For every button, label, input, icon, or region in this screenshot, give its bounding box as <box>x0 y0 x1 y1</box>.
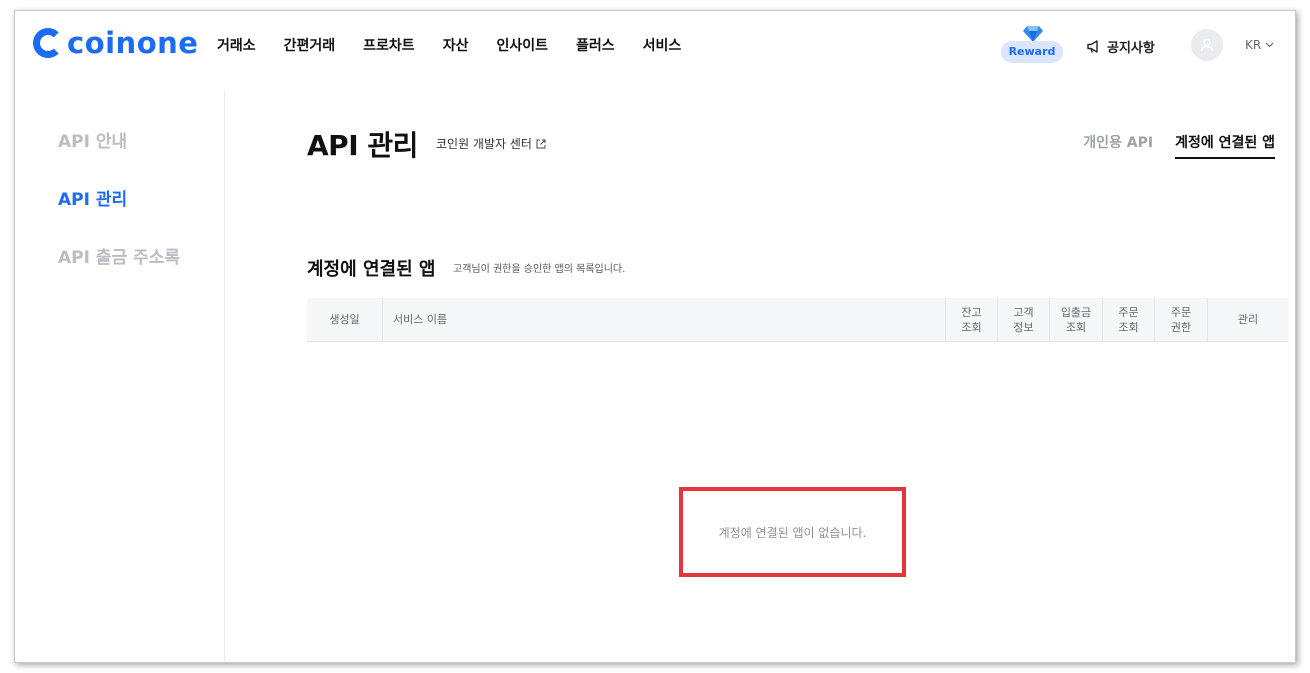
nav-item-simple-trade[interactable]: 간편거래 <box>284 35 336 55</box>
developer-center-label: 코인원 개발자 센터 <box>436 137 532 151</box>
column-header-balance-view: 잔고 조회 <box>945 298 997 341</box>
developer-center-link[interactable]: 코인원 개발자 센터 <box>436 135 546 152</box>
external-link-icon <box>536 139 546 148</box>
column-header-deposit-withdrawal-view: 입출금 조회 <box>1049 298 1102 341</box>
tab-connected-apps[interactable]: 계정에 연결된 앱 <box>1175 132 1275 159</box>
page-title: API 관리 <box>307 129 418 162</box>
language-label: KR <box>1245 38 1262 52</box>
column-header-order-permission: 주문 권한 <box>1154 298 1207 341</box>
section-title: 계정에 연결된 앱 <box>307 259 436 280</box>
nav-item-assets[interactable]: 자산 <box>443 35 469 55</box>
nav-item-service[interactable]: 서비스 <box>643 35 682 55</box>
logo-mark-icon <box>33 28 63 58</box>
diamond-icon <box>1023 26 1043 42</box>
notice-label: 공지사항 <box>1107 41 1155 56</box>
column-header-customer-info: 고객 정보 <box>997 298 1049 341</box>
notice-button[interactable]: 공지사항 <box>1086 37 1155 56</box>
sidebar-item-api-guide[interactable]: API 안내 <box>58 127 127 152</box>
sidebar-item-api-management[interactable]: API 관리 <box>58 185 127 210</box>
nav-item-exchange[interactable]: 거래소 <box>217 35 256 55</box>
column-header-manage: 관리 <box>1207 298 1288 341</box>
language-selector[interactable]: KR <box>1245 38 1274 52</box>
section-description: 고객님이 권한을 승인한 앱의 목록입니다. <box>453 264 626 275</box>
column-header-order-view: 주문 조회 <box>1102 298 1154 341</box>
reward-button[interactable]: Reward <box>1001 25 1063 63</box>
api-tabs: 개인용 API 계정에 연결된 앱 <box>1061 132 1275 159</box>
user-icon <box>1200 38 1214 52</box>
user-avatar[interactable] <box>1191 29 1223 61</box>
chevron-down-icon <box>1265 42 1274 48</box>
megaphone-icon <box>1087 39 1098 53</box>
sidebar-item-api-withdrawal-addresses[interactable]: API 출금 주소록 <box>58 243 180 268</box>
column-header-service-name: 서비스 이름 <box>382 298 945 341</box>
tab-personal-api[interactable]: 개인용 API <box>1083 132 1153 159</box>
nav-item-insight[interactable]: 인사이트 <box>496 35 548 55</box>
connected-apps-table-header: 생성일 서비스 이름 잔고 조회 고객 정보 입출금 조회 주문 조회 주문 권… <box>307 298 1288 342</box>
top-header: coinone 거래소 간편거래 프로차트 자산 인사이트 플러스 서비스 Re… <box>15 11 1295 79</box>
coinone-logo[interactable]: coinone <box>33 28 198 58</box>
main-nav: 거래소 간편거래 프로차트 자산 인사이트 플러스 서비스 <box>217 35 709 55</box>
nav-item-plus[interactable]: 플러스 <box>576 35 615 55</box>
sidebar: API 안내 API 관리 API 출금 주소록 <box>15 91 225 662</box>
empty-state-highlight: 계정에 연결된 앱이 없습니다. <box>679 487 906 577</box>
nav-item-pro-chart[interactable]: 프로차트 <box>363 35 415 55</box>
column-header-created-date: 생성일 <box>329 313 360 326</box>
browser-frame: coinone 거래소 간편거래 프로차트 자산 인사이트 플러스 서비스 Re… <box>14 10 1296 663</box>
reward-label: Reward <box>1001 41 1063 63</box>
empty-state-message: 계정에 연결된 앱이 없습니다. <box>718 525 867 540</box>
logo-text: coinone <box>67 26 199 60</box>
